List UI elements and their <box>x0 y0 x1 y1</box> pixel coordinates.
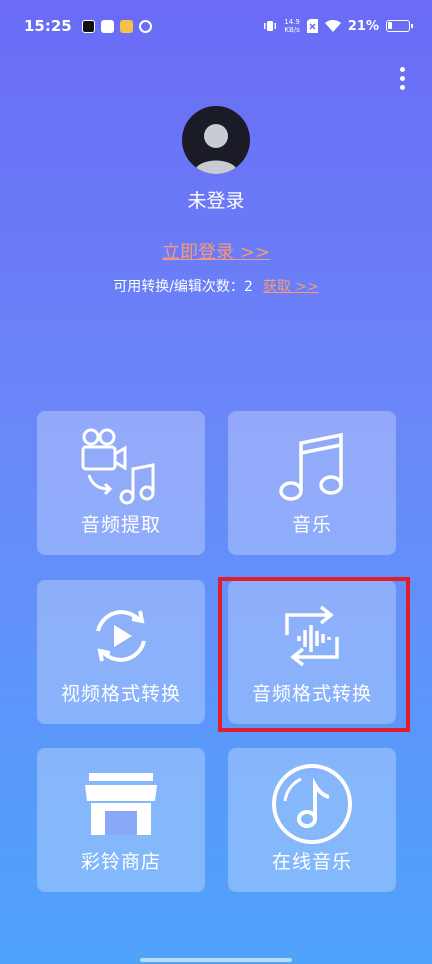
tile-online-music[interactable]: 在线音乐 <box>228 748 396 892</box>
wifi-icon <box>324 19 341 32</box>
username: 未登录 <box>187 190 245 212</box>
status-bar: 15:25 14.9 KB/s 21% <box>0 0 432 52</box>
tile-music[interactable]: 音乐 <box>228 411 396 555</box>
status-right: 14.9 KB/s 21% <box>263 18 413 34</box>
music-note-icon <box>228 425 396 509</box>
tile-video-format-convert[interactable]: 视频格式转换 <box>37 580 205 724</box>
quota-line: 可用转换/编辑次数：2 获取 >> <box>0 276 432 296</box>
store-icon <box>37 762 205 846</box>
more-dot <box>399 66 405 72</box>
tile-ringtone-store[interactable]: 彩铃商店 <box>37 748 205 892</box>
sync-notification-icon <box>138 19 152 33</box>
audio-convert-icon <box>228 594 396 678</box>
login-link[interactable]: 立即登录 >> <box>0 238 432 264</box>
video-convert-icon <box>37 594 205 678</box>
quota-label: 可用转换/编辑次数： <box>113 279 244 295</box>
music-disc-icon <box>228 762 396 846</box>
status-time: 15:25 <box>24 17 72 35</box>
get-more-link[interactable]: 获取 >> <box>263 279 319 295</box>
more-options-button[interactable] <box>392 64 412 92</box>
status-left: 15:25 <box>24 17 152 35</box>
more-dot <box>399 84 405 90</box>
tile-label: 音乐 <box>291 514 332 536</box>
battery-percent: 21% <box>347 18 379 34</box>
app-notification-icon <box>100 19 114 33</box>
avatar[interactable] <box>182 106 250 174</box>
home-indicator[interactable] <box>140 958 292 962</box>
net-speed: 14.9 KB/s <box>284 18 300 34</box>
battery-icon <box>386 20 413 32</box>
more-dot <box>399 75 405 81</box>
net-speed-unit: KB/s <box>284 26 300 34</box>
tile-audio-extract[interactable]: 音频提取 <box>37 411 205 555</box>
video-to-music-icon <box>37 425 205 509</box>
tile-label: 音频格式转换 <box>251 683 372 705</box>
tile-audio-format-convert[interactable]: 音频格式转换 <box>228 580 396 724</box>
chat-notification-icon <box>119 19 133 33</box>
tile-label: 视频格式转换 <box>60 683 181 705</box>
tile-label: 音频提取 <box>80 514 161 536</box>
net-speed-value: 14.9 <box>284 18 300 26</box>
vibrate-icon <box>264 21 277 31</box>
sim-card-icon <box>306 19 318 33</box>
tiktok-notification-icon <box>81 19 95 33</box>
quota-count: 2 <box>243 279 253 295</box>
tile-label: 彩铃商店 <box>80 851 161 873</box>
user-avatar-icon <box>194 124 238 174</box>
tile-label: 在线音乐 <box>271 851 352 873</box>
